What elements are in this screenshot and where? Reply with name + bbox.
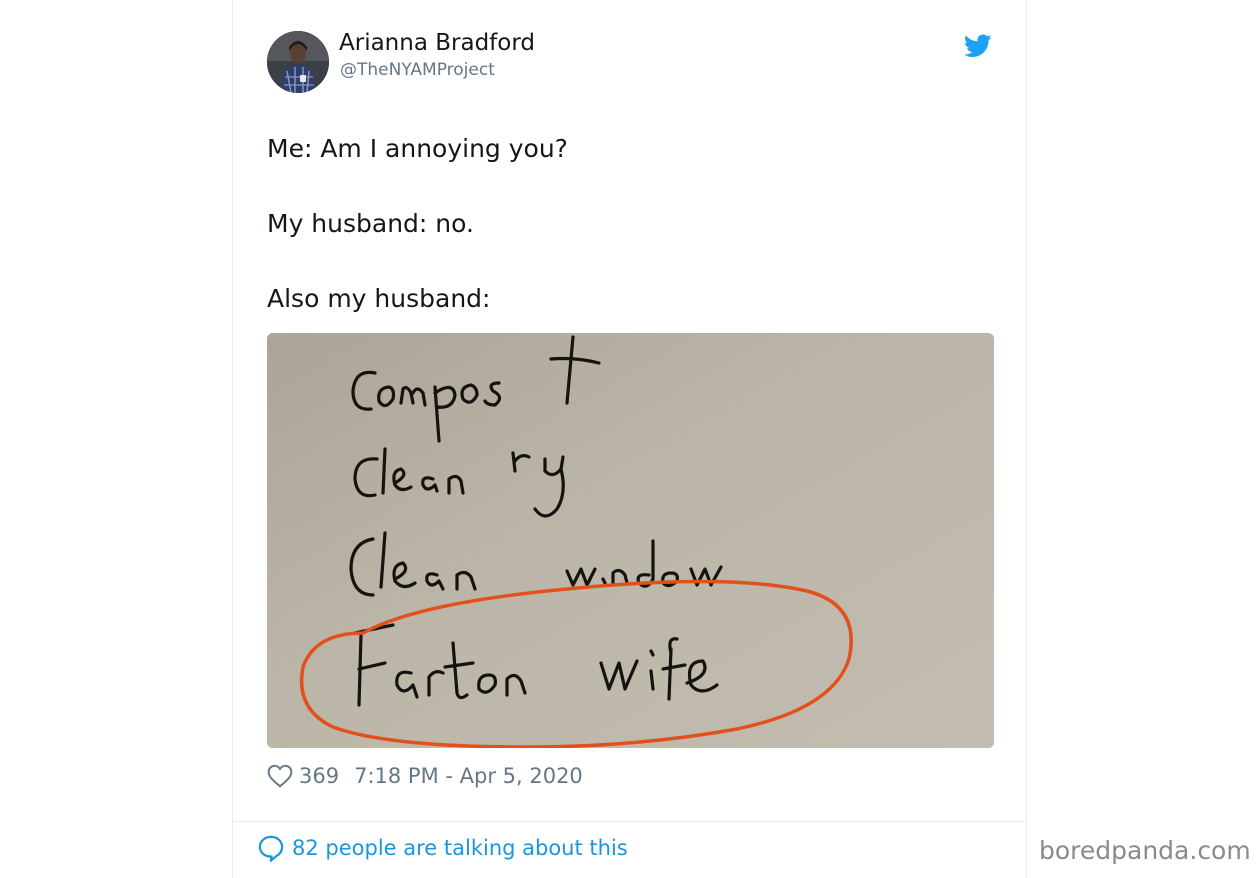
tweet-text-line-1: Me: Am I annoying you? (267, 134, 568, 163)
timestamp[interactable]: 7:18 PM - Apr 5, 2020 (354, 764, 583, 788)
author-name[interactable]: Arianna Bradford (339, 30, 535, 56)
twitter-bird-icon[interactable] (963, 33, 992, 59)
watermark: boredpanda.com (1039, 836, 1251, 865)
talking-about-link[interactable]: 82 people are talking about this (257, 833, 628, 863)
like-count[interactable]: 369 (299, 764, 339, 788)
tweet-text-line-2: My husband: no. (267, 209, 474, 238)
heart-icon[interactable] (267, 764, 293, 788)
tweet-meta: 369 7:18 PM - Apr 5, 2020 (267, 762, 583, 790)
divider (233, 821, 1026, 822)
tweet-photo[interactable] (267, 333, 994, 748)
tweet-text-line-3: Also my husband: (267, 284, 491, 313)
author-handle[interactable]: @TheNYAMProject (340, 60, 495, 80)
tweet-card: Arianna Bradford @TheNYAMProject Me: Am … (232, 0, 1251, 878)
avatar[interactable] (267, 31, 329, 93)
comment-bubble-icon (258, 835, 284, 862)
talking-about-text[interactable]: 82 people are talking about this (292, 836, 628, 860)
